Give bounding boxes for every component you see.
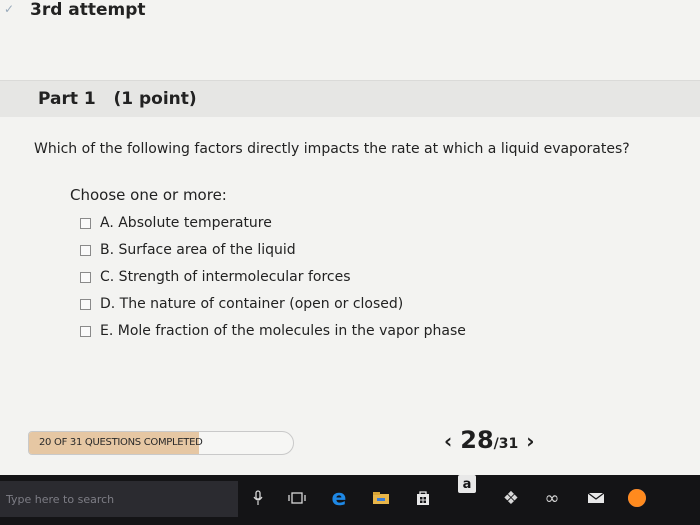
part-header: Part 1 (1 point) xyxy=(0,80,700,117)
chevron-left-icon[interactable]: ‹ xyxy=(444,429,452,453)
option-b[interactable]: B. Surface area of the liquid xyxy=(80,242,296,258)
checkbox[interactable] xyxy=(80,298,91,310)
part-label: Part 1 (1 point) xyxy=(38,89,197,109)
option-a[interactable]: A. Absolute temperature xyxy=(80,215,272,231)
check-icon: ✓ xyxy=(4,2,15,16)
quiz-page: ✓ 3rd attempt Part 1 (1 point) Which of … xyxy=(0,0,700,475)
pager: ‹ 28 /31 › xyxy=(436,426,543,454)
attempt-title: 3rd attempt xyxy=(30,0,146,20)
checkbox[interactable] xyxy=(80,217,91,229)
option-c[interactable]: C. Strength of intermolecular forces xyxy=(80,269,351,285)
checkbox[interactable] xyxy=(80,271,91,283)
checkbox[interactable] xyxy=(80,325,91,337)
option-label: A. Absolute temperature xyxy=(100,215,272,231)
checkbox[interactable] xyxy=(80,244,91,256)
search-input[interactable]: Type here to search xyxy=(0,481,238,517)
amazon-icon[interactable]: a xyxy=(458,475,476,493)
option-label: B. Surface area of the liquid xyxy=(100,242,296,258)
progress-text: 20 OF 31 QUESTIONS COMPLETED xyxy=(39,437,203,448)
task-view-icon[interactable] xyxy=(286,487,308,509)
option-label: E. Mole fraction of the molecules in the… xyxy=(100,323,466,339)
firefox-icon[interactable] xyxy=(626,487,648,509)
microphone-icon[interactable] xyxy=(247,487,269,509)
edge-icon[interactable]: e xyxy=(328,486,350,511)
mail-icon[interactable] xyxy=(585,487,607,509)
current-page: 28 xyxy=(460,426,494,454)
option-d[interactable]: D. The nature of container (open or clos… xyxy=(80,296,403,312)
taskbar: Type here to search e a ❖ ∞ xyxy=(0,475,700,525)
choose-instruction: Choose one or more: xyxy=(70,186,227,204)
option-label: D. The nature of container (open or clos… xyxy=(100,296,404,312)
option-label: C. Strength of intermolecular forces xyxy=(100,269,351,285)
file-explorer-icon[interactable] xyxy=(370,487,392,509)
infinity-icon[interactable]: ∞ xyxy=(541,487,563,509)
dropbox-icon[interactable]: ❖ xyxy=(500,487,522,509)
progress-bar: 20 OF 31 QUESTIONS COMPLETED xyxy=(28,431,294,455)
option-e[interactable]: E. Mole fraction of the molecules in the… xyxy=(80,323,466,339)
total-pages: /31 xyxy=(493,436,519,452)
store-icon[interactable] xyxy=(412,487,434,509)
question-text: Which of the following factors directly … xyxy=(34,141,630,157)
chevron-right-icon[interactable]: › xyxy=(526,429,534,453)
